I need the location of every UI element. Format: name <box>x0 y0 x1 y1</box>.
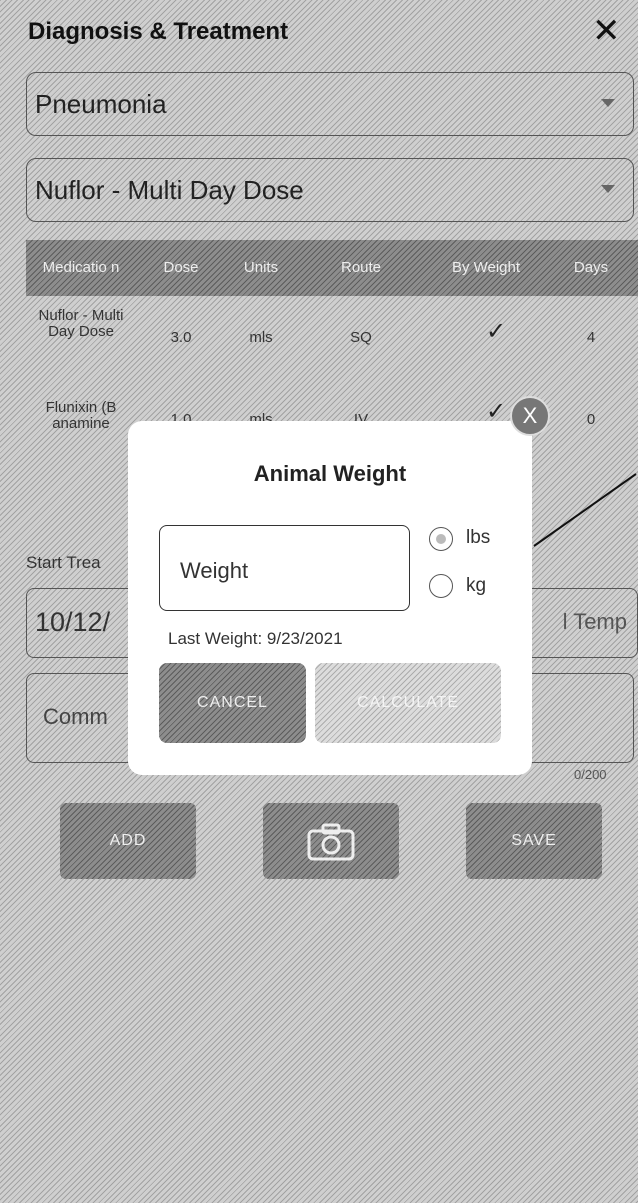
diagnosis-select[interactable]: Pneumonia <box>26 72 634 136</box>
char-counter: 0/200 <box>574 767 607 782</box>
medication-select[interactable]: Nuflor - Multi Day Dose <box>26 158 634 222</box>
camera-icon <box>307 823 355 861</box>
row-dose: 3.0 <box>170 329 192 346</box>
row-medication: Flunixin (B anamine <box>45 400 117 432</box>
start-date-value: 10/12/ <box>35 607 111 637</box>
page-title: Diagnosis & Treatment <box>28 18 289 45</box>
col-route: Route <box>340 259 382 276</box>
weight-input[interactable]: Weight <box>159 525 410 611</box>
add-button[interactable]: ADD <box>60 803 196 879</box>
dialog-title: Animal Weight <box>253 461 407 486</box>
save-button-label: SAVE <box>511 832 557 849</box>
row-route: SQ <box>350 329 372 346</box>
dialog-close-icon[interactable]: X <box>510 396 550 436</box>
radio-kg[interactable] <box>429 574 453 598</box>
save-button[interactable]: SAVE <box>466 803 602 879</box>
cancel-button-label: CANCEL <box>197 694 268 711</box>
comment-placeholder: Comm <box>43 704 108 729</box>
radio-kg-label: kg <box>466 575 487 596</box>
row-days: 4 <box>586 329 596 346</box>
row-units: mls <box>249 329 273 346</box>
close-icon[interactable]: ✕ <box>592 14 621 48</box>
col-units: Units <box>243 259 279 276</box>
add-button-label: ADD <box>109 832 147 849</box>
chevron-down-icon <box>601 99 615 107</box>
check-icon: ✓ <box>485 318 507 345</box>
row-medication: Nuflor - Multi Day Dose <box>38 308 124 340</box>
calculate-button-label: CALCULATE <box>356 694 460 711</box>
diagnosis-select-value: Pneumonia <box>35 89 167 119</box>
annotation-leader-line <box>533 473 637 547</box>
cancel-button[interactable]: CANCEL <box>159 663 306 743</box>
radio-lbs-label: lbs <box>466 527 491 548</box>
start-treatment-label: Start Trea <box>26 553 101 572</box>
table-header: Medicatio n Dose Units Route By Weight D… <box>26 240 638 296</box>
col-medication: Medicatio n <box>42 259 120 276</box>
animal-weight-dialog: Animal Weight Weight lbs kg Last Weight:… <box>128 421 532 775</box>
weight-placeholder: Weight <box>180 558 249 583</box>
chevron-down-icon <box>601 185 615 193</box>
last-weight-text: Last Weight: 9/23/2021 <box>168 629 343 648</box>
radio-lbs[interactable] <box>429 527 453 551</box>
col-days: Days <box>573 259 609 276</box>
col-dose: Dose <box>163 259 199 276</box>
medication-select-value: Nuflor - Multi Day Dose <box>35 175 304 205</box>
radio-selected-dot <box>436 534 446 544</box>
camera-button[interactable] <box>263 803 399 879</box>
row-days: 0 <box>586 411 596 428</box>
temp-placeholder: l Temp <box>562 609 627 634</box>
col-by-weight: By Weight <box>451 259 521 276</box>
calculate-button[interactable]: CALCULATE <box>315 663 501 743</box>
